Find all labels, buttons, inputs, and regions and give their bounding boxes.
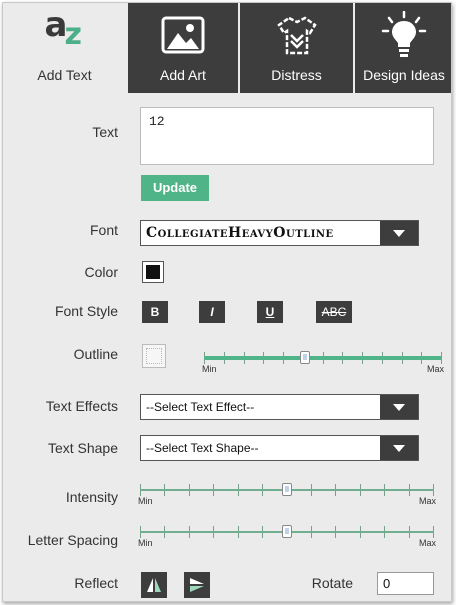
intensity-slider-thumb[interactable]	[282, 483, 292, 496]
az-text-icon: az	[44, 5, 82, 52]
intensity-max-label: Max	[418, 496, 436, 506]
text-shape-label: Text Shape	[47, 440, 118, 456]
chevron-down-icon	[380, 221, 418, 245]
reflect-vertical-button[interactable]	[184, 572, 210, 598]
color-label: Color	[84, 264, 118, 280]
letter-spacing-max-label: Max	[418, 538, 436, 548]
tab-distress-label: Distress	[271, 67, 322, 83]
tab-design-ideas[interactable]: Design Ideas	[353, 3, 451, 93]
outline-slider-thumb[interactable]	[300, 351, 310, 364]
flip-horizontal-icon	[147, 578, 161, 592]
image-icon	[128, 11, 238, 59]
color-swatch-fill	[146, 265, 160, 279]
tab-design-ideas-label: Design Ideas	[363, 67, 445, 83]
tab-add-text[interactable]: az Add Text	[3, 3, 126, 93]
tab-bar: az Add Text Add Art Distress Design Idea…	[3, 3, 451, 93]
update-button[interactable]: Update	[141, 175, 209, 201]
color-swatch[interactable]	[142, 261, 164, 283]
tab-add-art[interactable]: Add Art	[126, 3, 238, 93]
underline-button[interactable]: U	[257, 301, 283, 323]
font-label: Font	[89, 222, 118, 238]
text-editor-panel: az Add Text Add Art Distress Design Idea…	[2, 2, 452, 602]
letter-spacing-slider[interactable]: Min Max	[138, 522, 436, 552]
rotate-input[interactable]	[377, 572, 434, 595]
font-select[interactable]: CollegiateHeavyOutline	[140, 220, 419, 246]
bold-button[interactable]: B	[142, 301, 168, 323]
chevron-down-icon	[380, 436, 418, 460]
outline-color-swatch[interactable]	[142, 344, 166, 368]
outline-slider[interactable]: Min Max	[202, 348, 444, 378]
font-style-label: Font Style	[54, 303, 118, 319]
text-label: Text	[92, 124, 118, 140]
text-shape-select[interactable]: --Select Text Shape--	[140, 435, 419, 461]
outline-min-label: Min	[202, 364, 217, 374]
outline-swatch-fill	[146, 348, 162, 364]
letter-spacing-label: Letter Spacing	[27, 532, 118, 548]
outline-label: Outline	[73, 346, 118, 362]
chevron-down-icon	[380, 395, 418, 419]
text-shape-select-value: --Select Text Shape--	[146, 441, 259, 455]
lightbulb-icon	[355, 11, 451, 59]
text-effect-select[interactable]: --Select Text Effect--	[140, 394, 419, 420]
outline-slider-track	[204, 356, 442, 360]
tab-distress[interactable]: Distress	[238, 3, 353, 93]
shirt-icon	[240, 11, 353, 59]
intensity-label: Intensity	[65, 489, 118, 505]
letter-spacing-min-label: Min	[138, 538, 153, 548]
letter-spacing-slider-thumb[interactable]	[282, 525, 292, 538]
text-input[interactable]: 12	[140, 107, 434, 165]
italic-button[interactable]: I	[199, 301, 225, 323]
text-effect-select-value: --Select Text Effect--	[146, 400, 255, 414]
font-select-value: CollegiateHeavyOutline	[146, 225, 334, 241]
strikethrough-button[interactable]: ABC	[316, 301, 352, 323]
outline-max-label: Max	[426, 364, 444, 374]
tab-add-text-label: Add Text	[37, 67, 92, 83]
tab-add-art-label: Add Art	[160, 67, 206, 83]
rotate-label: Rotate	[311, 575, 353, 591]
flip-vertical-icon	[190, 578, 204, 592]
reflect-label: Reflect	[74, 575, 118, 591]
text-effects-label: Text Effects	[45, 398, 118, 414]
intensity-slider[interactable]: Min Max	[138, 480, 436, 510]
reflect-horizontal-button[interactable]	[141, 572, 167, 598]
intensity-min-label: Min	[138, 496, 153, 506]
